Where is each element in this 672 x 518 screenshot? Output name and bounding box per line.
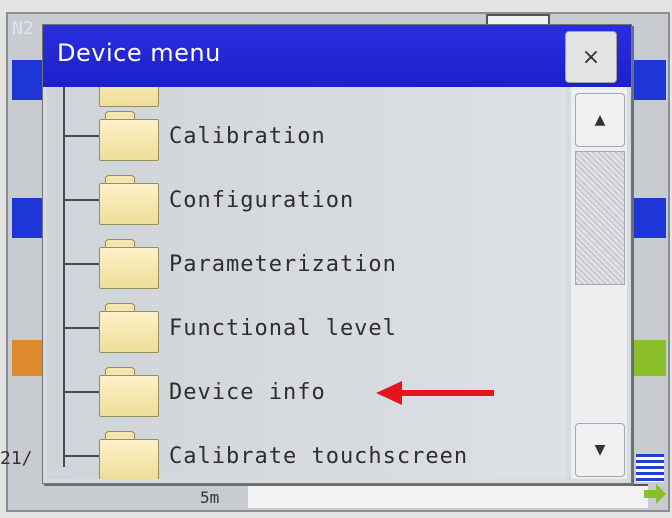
background-left-number: 21/	[0, 448, 33, 469]
menu-tree-list: Calibration Configuration Parameterizati…	[47, 87, 567, 479]
background-green-bar	[626, 340, 666, 376]
folder-icon	[99, 367, 159, 417]
tree-vertical-line	[63, 87, 65, 467]
folder-icon	[99, 239, 159, 289]
menu-item-parameterization[interactable]: Parameterization	[99, 233, 397, 295]
red-arrow-icon	[376, 381, 494, 405]
scroll-thumb[interactable]	[575, 151, 625, 285]
scroll-down-button[interactable]: ▼	[575, 423, 625, 477]
background-blue-bar-mid-right	[626, 198, 666, 238]
chevron-up-icon: ▲	[594, 112, 606, 128]
menu-item-calibrate-touchscreen[interactable]: Calibrate touchscreen	[99, 425, 468, 479]
menu-item-label: Configuration	[169, 187, 355, 213]
device-menu-dialog: Device menu × Calibration Configuration …	[42, 24, 632, 484]
dialog-title: Device menu	[57, 39, 221, 67]
close-button[interactable]: ×	[565, 31, 617, 83]
menu-item-functional-level[interactable]: Functional level	[99, 297, 397, 359]
menu-item-label: Calibrate touchscreen	[169, 443, 469, 469]
background-n2-label: N2	[12, 18, 34, 39]
dialog-title-bar: Device menu ×	[43, 25, 631, 87]
menu-item-label: Calibration	[169, 123, 326, 149]
folder-icon	[99, 111, 159, 161]
chevron-down-icon: ▼	[594, 442, 606, 458]
vertical-scrollbar[interactable]: ▲ ▼	[571, 87, 627, 479]
folder-icon	[99, 175, 159, 225]
folder-icon	[99, 87, 159, 107]
menu-item-configuration[interactable]: Configuration	[99, 169, 354, 231]
close-icon: ×	[581, 44, 601, 70]
background-bottom-text: 5m	[200, 488, 220, 507]
menu-item-label: Functional level	[169, 315, 397, 341]
folder-icon	[99, 303, 159, 353]
menu-item-label: Device info	[169, 379, 326, 405]
menu-item-label: Parameterization	[169, 251, 397, 277]
background-blue-bar-top-right	[626, 60, 666, 100]
background-list-icon	[636, 454, 664, 482]
scroll-up-button[interactable]: ▲	[575, 93, 625, 147]
menu-item-device-info[interactable]: Device info	[99, 361, 326, 423]
background-bottom-strip	[248, 484, 648, 508]
folder-icon	[99, 431, 159, 479]
menu-item-calibration[interactable]: Calibration	[99, 105, 326, 167]
